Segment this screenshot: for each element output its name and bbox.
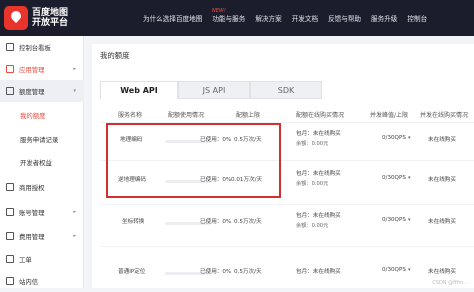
api-tabs: Web API JS API SDK — [100, 81, 322, 99]
sidebar-item-dashboard[interactable]: 控制台看板 — [0, 36, 84, 58]
qps-value: 0/30QPS — [382, 267, 406, 273]
qps-value: 0/30QPS — [382, 175, 406, 181]
quota-limit: 0.5万次/天 — [234, 269, 262, 275]
column-service-name: 服务名称 — [118, 112, 143, 119]
sidebar-subitem-developer-rights[interactable]: 开发者权益 — [20, 158, 52, 167]
dashboard-icon — [6, 43, 14, 51]
table-row: 普通IP定位 已使用：0% 0.5万次/天 包月：未在线购买 0/30QPS ▾… — [100, 246, 474, 284]
app-icon — [6, 65, 14, 73]
sort-arrow-icon: ▾ — [408, 267, 411, 273]
baidu-map-logo[interactable]: 百度地图 开放平台 — [4, 3, 94, 33]
logo-line2: 开放平台 — [32, 18, 69, 28]
qps-value: 0/30QPS — [382, 135, 406, 141]
sidebar-item-app-management[interactable]: 应用管理 ▸ — [0, 58, 84, 80]
monthly-purchase-status: 包月：未在线购买 — [296, 171, 341, 177]
sidebar-subitem-my-quota[interactable]: 我的额度 — [0, 105, 83, 125]
column-quota-usage: 配额使用情况 — [168, 112, 205, 119]
message-icon — [6, 277, 14, 285]
qps-purchase-status: 未在线购买 — [428, 177, 456, 183]
watermark: CSDN @fffm... — [432, 280, 468, 286]
nav-feedback[interactable]: 反馈与帮助 — [328, 13, 361, 23]
chevron-right-icon: ▸ — [73, 209, 76, 215]
qps-purchase-status: 未在线购买 — [428, 137, 456, 143]
balance: 余额：0.00元 — [296, 181, 329, 187]
tab-sdk[interactable]: SDK — [250, 81, 322, 99]
sidebar-item-ticket[interactable]: 工单 — [0, 248, 84, 270]
tab-web-api[interactable]: Web API — [100, 81, 178, 99]
nav-console[interactable]: 控制台 — [407, 13, 427, 23]
column-concurrency-purchase: 并发在线购买情况 — [420, 112, 469, 119]
sidebar: 控制台看板 应用管理 ▸ 额度管理 ▾ 我的额度 服务申请记录 开发者权益 商用… — [0, 36, 84, 288]
ticket-icon — [6, 255, 14, 263]
sidebar-item-quota-management[interactable]: 额度管理 ▾ — [0, 80, 84, 102]
top-navigation-bar: 百度地图 开放平台 NEW! 为什么选择百度地图 功能与服务 解决方案 开发文档… — [0, 0, 474, 36]
monthly-purchase-status: 包月：未在线购买 — [296, 269, 341, 275]
sidebar-item-commercial-license[interactable]: 商用授权 — [0, 176, 84, 198]
table-row: 坐标转换 已使用：0% 0.5万次/天 包月：未在线购买 余额：0.00元 0/… — [100, 204, 474, 242]
quota-limit: 0.5万次/天 — [234, 219, 262, 225]
service-name: 普通IP定位 — [118, 269, 146, 275]
sidebar-subitem-service-applications[interactable]: 服务申请记录 — [20, 135, 58, 144]
balance: 余额：0.00元 — [296, 223, 329, 229]
page-title: 我的额度 — [100, 51, 130, 60]
chevron-right-icon: ▸ — [73, 66, 76, 72]
account-icon — [6, 208, 14, 216]
nav-features[interactable]: 功能与服务 — [212, 13, 245, 23]
logo-line1: 百度地图 — [32, 8, 69, 18]
highlight-box — [106, 123, 281, 198]
quota-table-header: 服务名称 配额使用情况 配额上限 配额在线购买情况 并发峰值/上限 并发在线购买… — [100, 107, 474, 121]
usage-text: 已使用：0% — [200, 269, 232, 275]
tab-js-api[interactable]: JS API — [178, 81, 250, 99]
chevron-right-icon: ▸ — [73, 233, 76, 239]
column-quota-purchase: 配额在线购买情况 — [296, 112, 345, 119]
chevron-down-icon: ▾ — [73, 88, 76, 94]
sort-arrow-icon: ▾ — [408, 175, 411, 181]
column-concurrency: 并发峰值/上限 — [370, 112, 409, 119]
sidebar-item-billing[interactable]: 费用管理 ▸ — [0, 225, 84, 247]
map-pin-icon — [4, 6, 28, 30]
qps-value: 0/30QPS — [382, 217, 406, 223]
balance: 余额：0.00元 — [296, 141, 329, 147]
nav-why-baidu[interactable]: 为什么选择百度地图 — [143, 13, 202, 23]
license-icon — [6, 183, 14, 191]
sort-arrow-icon: ▾ — [408, 135, 411, 141]
nav-upgrade[interactable]: 服务升级 — [371, 13, 397, 23]
monthly-purchase-status: 包月：未在线购买 — [296, 213, 341, 219]
service-name: 坐标转换 — [122, 219, 145, 225]
quota-icon — [6, 87, 14, 95]
qps-purchase-status: 未在线购买 — [428, 269, 456, 275]
top-nav-menu: 为什么选择百度地图 功能与服务 解决方案 开发文档 反馈与帮助 服务升级 控制台 — [143, 0, 437, 36]
sidebar-item-account[interactable]: 账号管理 ▸ — [0, 201, 84, 223]
sort-arrow-icon: ▾ — [408, 217, 411, 223]
billing-icon — [6, 232, 14, 240]
monthly-purchase-status: 包月：未在线购买 — [296, 131, 341, 137]
column-quota-limit: 配额上限 — [236, 112, 261, 119]
nav-docs[interactable]: 开发文档 — [292, 13, 318, 23]
usage-text: 已使用：0% — [200, 219, 232, 225]
nav-solutions[interactable]: 解决方案 — [255, 13, 281, 23]
qps-purchase-status: 未在线购买 — [428, 219, 456, 225]
sidebar-item-messages[interactable]: 站内信 — [0, 270, 84, 292]
